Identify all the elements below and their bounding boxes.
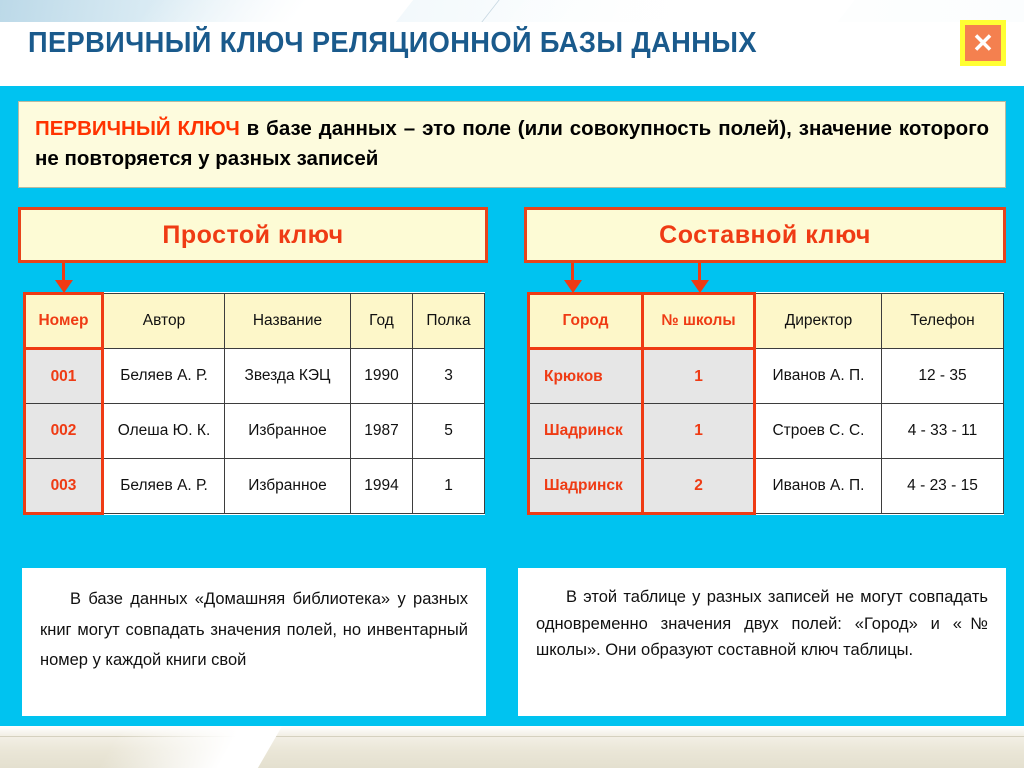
table-header-row: Номер Автор Название Год Полка bbox=[23, 292, 485, 350]
cell-telefon: 4 - 23 - 15 bbox=[881, 458, 1004, 514]
column-header-nomer-shkoly: № школы bbox=[641, 292, 756, 350]
definition-box: ПЕРВИЧНЫЙ КЛЮЧ в базе данных – это поле … bbox=[18, 101, 1006, 189]
cell-avtor: Олеша Ю. К. bbox=[102, 403, 225, 459]
cell-gorod: Шадринск bbox=[527, 403, 644, 459]
definition-keyword: ПЕРВИЧНЫЙ КЛЮЧ bbox=[35, 117, 240, 140]
footer-decor-streak bbox=[94, 726, 286, 768]
cell-direktor: Иванов А. П. bbox=[754, 458, 882, 514]
cell-avtor: Беляев А. Р. bbox=[102, 348, 225, 404]
column-header-polka: Полка bbox=[412, 293, 485, 349]
cell-nomer-shkoly: 1 bbox=[641, 348, 756, 404]
table-row: 002 Олеша Ю. К. Избранное 1987 5 bbox=[23, 403, 485, 459]
composite-key-note-box: В этой таблице у разных записей не могут… bbox=[518, 568, 1006, 716]
page-title: ПЕРВИЧНЫЙ КЛЮЧ РЕЛЯЦИОННОЙ БАЗЫ ДАННЫХ bbox=[28, 27, 757, 59]
cell-nazvanie: Звезда КЭЦ bbox=[224, 348, 351, 404]
cell-nomer-shkoly: 2 bbox=[641, 458, 756, 515]
column-header-telefon: Телефон bbox=[881, 293, 1004, 349]
simple-key-table-wrap: Номер Автор Название Год Полка 001 Беляе… bbox=[23, 292, 485, 515]
cell-direktor: Строев С. С. bbox=[754, 403, 882, 459]
cell-nomer: 002 bbox=[23, 403, 104, 459]
cell-god: 1994 bbox=[350, 458, 413, 514]
composite-key-heading-box: Составной ключ bbox=[524, 207, 1006, 263]
composite-key-table: Город № школы Директор Телефон Крюков 1 … bbox=[527, 292, 1004, 515]
cell-nomer: 003 bbox=[23, 458, 104, 515]
slide: ПЕРВИЧНЫЙ КЛЮЧ РЕЛЯЦИОННОЙ БАЗЫ ДАННЫХ ✕… bbox=[0, 0, 1024, 768]
cell-avtor: Беляев А. Р. bbox=[102, 458, 225, 514]
cell-telefon: 12 - 35 bbox=[881, 348, 1004, 404]
slide-footer bbox=[0, 726, 1024, 768]
table-row: Шадринск 1 Строев С. С. 4 - 33 - 11 bbox=[527, 403, 1004, 459]
cell-nomer: 001 bbox=[23, 348, 104, 404]
close-icon: ✕ bbox=[965, 25, 1001, 61]
cell-polka: 3 bbox=[412, 348, 485, 404]
table-row: 001 Беляев А. Р. Звезда КЭЦ 1990 3 bbox=[23, 348, 485, 404]
table-header-row: Город № школы Директор Телефон bbox=[527, 292, 1004, 350]
simple-key-heading-label: Простой ключ bbox=[162, 220, 344, 249]
cell-telefon: 4 - 33 - 11 bbox=[881, 403, 1004, 459]
cell-nomer-shkoly: 1 bbox=[641, 403, 756, 459]
cell-gorod: Шадринск bbox=[527, 458, 644, 515]
column-header-nomer: Номер bbox=[23, 292, 104, 350]
cell-nazvanie: Избранное bbox=[224, 458, 351, 514]
slide-header: ПЕРВИЧНЫЙ КЛЮЧ РЕЛЯЦИОННОЙ БАЗЫ ДАННЫХ bbox=[0, 0, 1024, 86]
cell-nazvanie: Избранное bbox=[224, 403, 351, 459]
simple-key-note-text: В базе данных «Домашняя библиотека» у ра… bbox=[40, 590, 468, 670]
composite-key-heading-label: Составной ключ bbox=[659, 220, 871, 249]
cell-gorod: Крюков bbox=[527, 348, 644, 404]
close-button[interactable]: ✕ bbox=[960, 20, 1006, 66]
column-header-avtor: Автор bbox=[102, 293, 225, 349]
composite-key-table-wrap: Город № школы Директор Телефон Крюков 1 … bbox=[527, 292, 1004, 515]
table-row: 003 Беляев А. Р. Избранное 1994 1 bbox=[23, 458, 485, 515]
composite-key-note-text: В этой таблице у разных записей не могут… bbox=[536, 588, 988, 660]
column-header-god: Год bbox=[350, 293, 413, 349]
table-row: Шадринск 2 Иванов А. П. 4 - 23 - 15 bbox=[527, 458, 1004, 515]
cell-polka: 5 bbox=[412, 403, 485, 459]
cell-god: 1990 bbox=[350, 348, 413, 404]
column-header-gorod: Город bbox=[527, 292, 644, 350]
cell-direktor: Иванов А. П. bbox=[754, 348, 882, 404]
definition-text: ПЕРВИЧНЫЙ КЛЮЧ в базе данных – это поле … bbox=[35, 114, 989, 173]
cell-polka: 1 bbox=[412, 458, 485, 514]
column-header-nazvanie: Название bbox=[224, 293, 351, 349]
table-row: Крюков 1 Иванов А. П. 12 - 35 bbox=[527, 348, 1004, 404]
simple-key-heading-box: Простой ключ bbox=[18, 207, 488, 263]
header-decor-streak-2 bbox=[504, 0, 866, 26]
simple-key-note-box: В базе данных «Домашняя библиотека» у ра… bbox=[22, 568, 486, 716]
header-decor-hairline bbox=[241, 0, 500, 22]
column-header-direktor: Директор bbox=[754, 293, 882, 349]
simple-key-table: Номер Автор Название Год Полка 001 Беляе… bbox=[23, 292, 485, 515]
cell-god: 1987 bbox=[350, 403, 413, 459]
